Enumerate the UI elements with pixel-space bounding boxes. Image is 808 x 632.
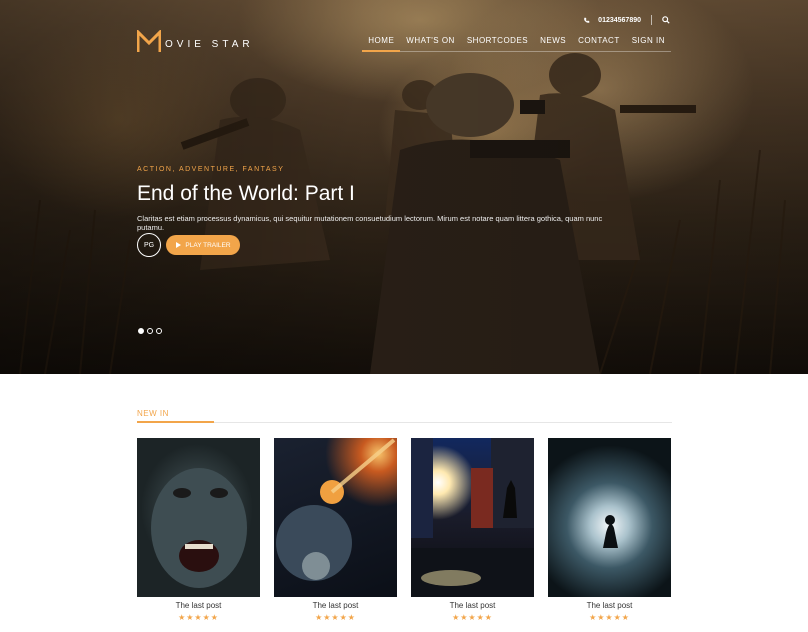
movie-title[interactable]: The last post: [411, 601, 534, 610]
slider-dot-3[interactable]: [156, 328, 162, 334]
phone-icon: [584, 17, 590, 23]
main-nav: HOME WHAT'S ON SHORTCODES NEWS CONTACT S…: [362, 36, 671, 52]
nav-item-whats-on[interactable]: WHAT'S ON: [400, 36, 461, 51]
hero-banner: OVIE STAR 01234567890 HOME WHAT'S ON SHO…: [0, 0, 808, 374]
search-icon[interactable]: [662, 16, 670, 24]
logo-text: OVIE STAR: [165, 38, 254, 50]
movie-poster[interactable]: [274, 438, 397, 597]
logo-m-icon: [137, 30, 161, 52]
topbar-divider: [651, 15, 652, 25]
new-in-header: NEW IN: [137, 403, 672, 423]
play-trailer-button[interactable]: PLAY TRAILER: [166, 235, 240, 255]
movie-card[interactable]: The last post ★★★★★: [548, 438, 671, 622]
star-rating: ★★★★★: [589, 613, 630, 622]
movie-poster[interactable]: [411, 438, 534, 597]
slider-dot-2[interactable]: [147, 328, 153, 334]
screaming-child-image: [151, 468, 247, 588]
nav-item-shortcodes[interactable]: SHORTCODES: [461, 36, 534, 51]
hero-title: End of the World: Part I: [137, 182, 355, 205]
planet-impact-image: [276, 438, 396, 581]
tunnel-figure-image: [603, 515, 618, 548]
movie-card[interactable]: The last post ★★★★★: [411, 438, 534, 622]
phone-number[interactable]: 01234567890: [598, 17, 641, 24]
movie-title[interactable]: The last post: [274, 601, 397, 610]
movie-poster[interactable]: [137, 438, 260, 597]
movie-title[interactable]: The last post: [548, 601, 671, 610]
movie-cards: The last post ★★★★★ The last post ★★★★★: [137, 438, 671, 622]
hero-genres: ACTION, ADVENTURE, FANTASY: [137, 166, 285, 173]
city-street-image: [411, 438, 534, 597]
movie-title[interactable]: The last post: [137, 601, 260, 610]
movie-poster[interactable]: [548, 438, 671, 597]
star-rating: ★★★★★: [178, 613, 219, 622]
play-icon: [176, 242, 182, 248]
section-title-underline: [137, 421, 214, 423]
nav-item-sign-in[interactable]: SIGN IN: [626, 36, 671, 51]
hero-description: Claritas est etiam processus dynamicus, …: [137, 214, 603, 232]
top-bar: 01234567890: [583, 15, 670, 25]
star-rating: ★★★★★: [452, 613, 493, 622]
nav-item-news[interactable]: NEWS: [534, 36, 572, 51]
movie-card[interactable]: The last post ★★★★★: [137, 438, 260, 622]
slider-dots: [138, 328, 162, 334]
nav-item-home[interactable]: HOME: [362, 36, 401, 52]
movie-card[interactable]: The last post ★★★★★: [274, 438, 397, 622]
slider-dot-1[interactable]: [138, 328, 144, 334]
star-rating: ★★★★★: [315, 613, 356, 622]
nav-item-contact[interactable]: CONTACT: [572, 36, 626, 51]
rating-badge: PG: [137, 233, 161, 257]
hero-overlay: [0, 0, 808, 374]
section-title: NEW IN: [137, 409, 169, 418]
site-logo[interactable]: OVIE STAR: [137, 30, 254, 54]
play-trailer-label: PLAY TRAILER: [185, 241, 231, 249]
